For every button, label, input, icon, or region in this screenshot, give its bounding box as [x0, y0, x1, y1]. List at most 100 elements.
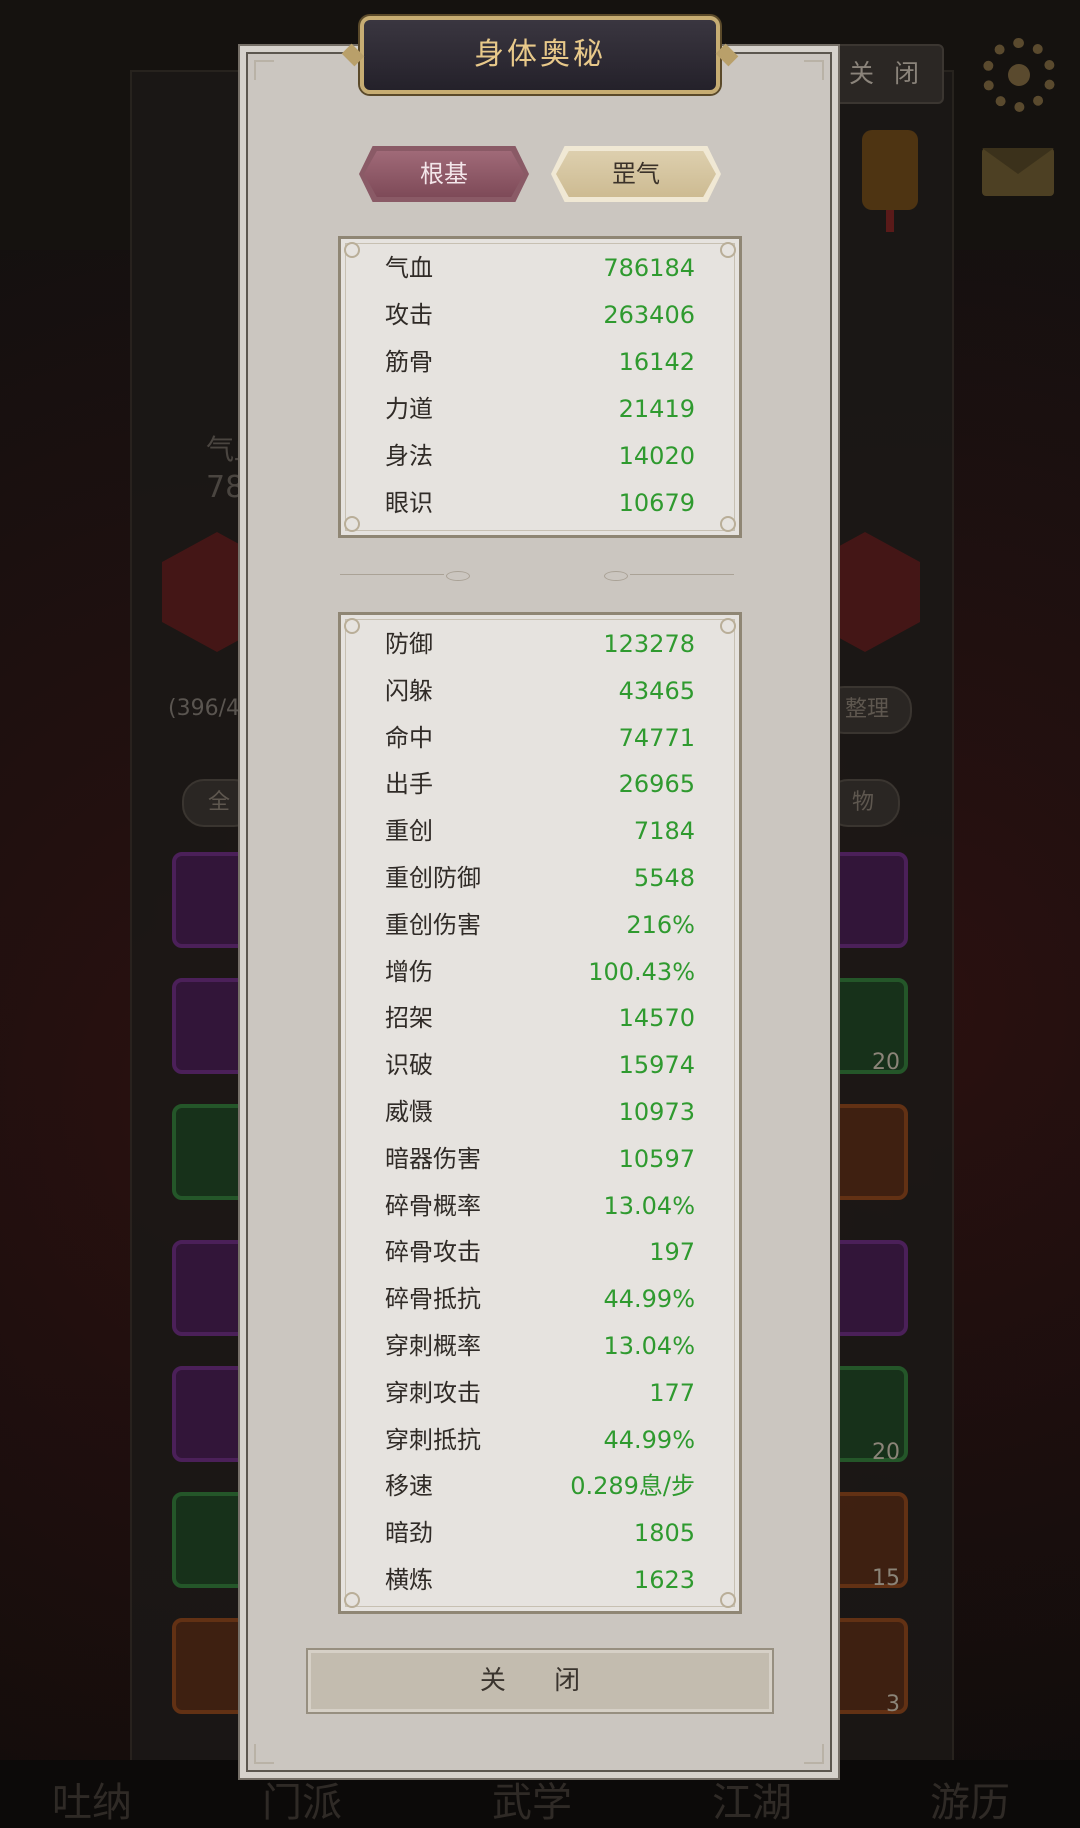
- background-capacity-text: (396/40: [168, 696, 254, 721]
- stat-name: 力道: [385, 395, 433, 423]
- stat-value: 177: [649, 1378, 695, 1407]
- stat-row: 气血 786184: [385, 248, 695, 288]
- stat-value: 13.04%: [603, 1332, 695, 1360]
- stat-row: 移速 0.289息/步: [385, 1466, 695, 1506]
- stat-row: 识破 15974: [385, 1045, 695, 1085]
- stat-name: 出手: [385, 770, 433, 799]
- stat-row: 暗器伤害 10597: [385, 1139, 695, 1179]
- tab-foundation[interactable]: 根基: [359, 146, 529, 202]
- stat-value: 216%: [626, 910, 695, 939]
- stat-row: 招架 14570: [385, 998, 695, 1038]
- ornament-icon: [862, 130, 918, 232]
- stat-row: 暗劲 1805: [385, 1513, 695, 1553]
- stat-row: 横炼 1623: [385, 1560, 695, 1600]
- stat-value: 1623: [633, 1566, 695, 1594]
- stat-row: 穿刺概率 13.04%: [385, 1326, 695, 1366]
- stat-row: 增伤 100.43%: [385, 952, 695, 992]
- background-item-count: 15: [872, 1566, 900, 1591]
- stat-name: 暗器伤害: [385, 1144, 481, 1173]
- panel-corner-ornament: [720, 242, 736, 258]
- base-stats-panel: 气血 786184 攻击 263406 筋骨 16142 力道 21419 身法 14020 眼识 1…: [338, 236, 742, 538]
- nav-item-wuxue: 武学: [492, 1780, 572, 1826]
- background-item-count: 20: [872, 1050, 900, 1075]
- stat-value: 0.289息/步: [570, 1472, 695, 1501]
- background-filter-all: 全: [182, 779, 256, 827]
- background-item-count: 3: [886, 1692, 900, 1717]
- stat-value: 15974: [618, 1051, 695, 1080]
- stat-value: 21419: [618, 395, 695, 423]
- stat-row: 重创 7184: [385, 811, 695, 851]
- panel-corner-ornament: [720, 618, 736, 634]
- stat-name: 筋骨: [385, 348, 433, 376]
- corner-ornament: [804, 60, 824, 80]
- stat-row: 攻击 263406: [385, 295, 695, 335]
- stat-name: 闪躲: [385, 676, 433, 705]
- stat-name: 碎骨概率: [385, 1191, 481, 1220]
- stat-value: 100.43%: [588, 957, 695, 986]
- stat-value: 263406: [603, 301, 695, 329]
- corner-ornament: [254, 60, 274, 80]
- stat-name: 身法: [385, 442, 433, 470]
- stat-value: 16142: [618, 348, 695, 376]
- stat-row: 闪躲 43465: [385, 671, 695, 711]
- stat-value: 43465: [618, 676, 695, 705]
- stat-row: 重创防御 5548: [385, 858, 695, 898]
- close-button[interactable]: 关 闭: [306, 1648, 774, 1714]
- background-sort-button: 整理: [822, 686, 912, 734]
- dialog-title: 身体奥秘: [474, 37, 606, 72]
- stat-row: 穿刺抵抗 44.99%: [385, 1420, 695, 1460]
- nav-item-jianghu: 江湖: [712, 1780, 792, 1826]
- stat-name: 眼识: [385, 489, 433, 517]
- panel-corner-ornament: [344, 516, 360, 532]
- mail-icon: [982, 148, 1054, 196]
- stat-value: 5548: [633, 864, 695, 892]
- stat-row: 身法 14020: [385, 436, 695, 476]
- stat-value: 44.99%: [603, 1425, 695, 1454]
- stat-name: 重创防御: [385, 864, 481, 892]
- stat-name: 暗劲: [385, 1519, 433, 1548]
- stat-row: 力道 21419: [385, 389, 695, 429]
- stat-row: 威慑 10973: [385, 1092, 695, 1132]
- section-divider-right: [604, 571, 734, 581]
- background-close-tab: 关 闭: [830, 44, 944, 104]
- panel-corner-ornament: [344, 1592, 360, 1608]
- stat-row: 碎骨概率 13.04%: [385, 1186, 695, 1226]
- stat-value: 44.99%: [603, 1285, 695, 1314]
- stat-value: 10597: [618, 1144, 695, 1173]
- stat-value: 7184: [633, 817, 695, 846]
- stat-value: 123278: [603, 630, 695, 658]
- stat-name: 横炼: [385, 1566, 433, 1594]
- tab-gangqi[interactable]: 罡气: [551, 146, 721, 202]
- panel-corner-ornament: [720, 516, 736, 532]
- stat-name: 招架: [385, 1004, 433, 1033]
- nav-item-youli: 游历: [930, 1780, 1010, 1826]
- stat-name: 穿刺概率: [385, 1332, 481, 1360]
- stat-value: 10973: [618, 1098, 695, 1126]
- stat-name: 攻击: [385, 301, 433, 329]
- stat-name: 威慑: [385, 1098, 433, 1126]
- stat-value: 74771: [618, 723, 695, 752]
- stat-row: 出手 26965: [385, 764, 695, 804]
- stat-row: 命中 74771: [385, 718, 695, 758]
- tab-gangqi-label: 罡气: [612, 160, 660, 188]
- stat-value: 197: [649, 1238, 695, 1267]
- stat-row: 筋骨 16142: [385, 342, 695, 382]
- stat-name: 碎骨攻击: [385, 1238, 481, 1267]
- stat-row: 重创伤害 216%: [385, 905, 695, 945]
- stat-name: 气血: [385, 254, 433, 282]
- stat-value: 14570: [618, 1004, 695, 1033]
- background-hp-value: 78: [206, 470, 245, 505]
- stat-value: 26965: [618, 770, 695, 799]
- stat-value: 13.04%: [603, 1191, 695, 1220]
- stat-row: 碎骨攻击 197: [385, 1232, 695, 1272]
- panel-corner-ornament: [720, 1592, 736, 1608]
- stat-row: 眼识 10679: [385, 483, 695, 523]
- stat-name: 重创: [385, 817, 433, 846]
- stat-name: 命中: [385, 723, 433, 752]
- stat-name: 防御: [385, 630, 433, 658]
- stat-value: 786184: [603, 254, 695, 282]
- stat-value: 10679: [618, 489, 695, 517]
- stat-name: 移速: [385, 1472, 433, 1501]
- nav-item-tuna: 吐纳: [52, 1780, 132, 1826]
- stat-row: 防御 123278: [385, 624, 695, 664]
